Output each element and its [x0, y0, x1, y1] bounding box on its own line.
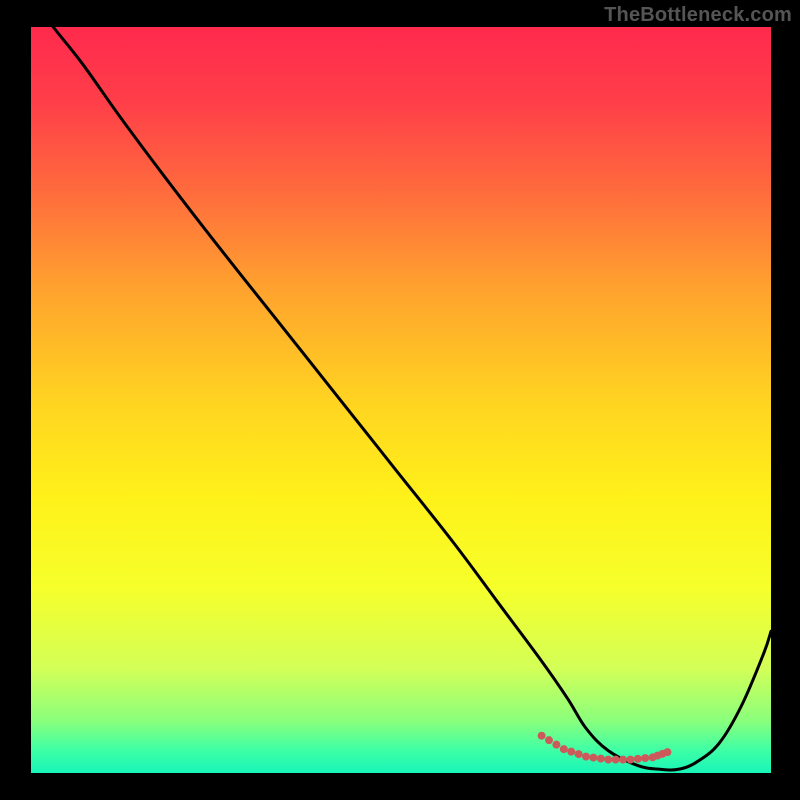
optimal-region-marker-dot [545, 736, 553, 744]
watermark-text: TheBottleneck.com [604, 4, 792, 27]
optimal-region-marker-dot [641, 754, 649, 762]
optimal-region-marker-dot [604, 756, 612, 764]
optimal-region-marker-dot [612, 756, 620, 764]
chart-background [31, 27, 771, 773]
chart-container: TheBottleneck.com [0, 0, 800, 800]
optimal-region-marker-dot [552, 741, 560, 749]
optimal-region-marker-dot [538, 732, 546, 740]
optimal-region-marker-dot [626, 756, 634, 764]
optimal-region-marker-dot [589, 754, 597, 762]
optimal-region-marker-dot [663, 748, 671, 756]
optimal-region-marker-dot [582, 753, 590, 761]
optimal-region-marker-dot [634, 755, 642, 763]
optimal-region-marker-dot [619, 756, 627, 764]
optimal-region-marker-dot [575, 750, 583, 758]
optimal-region-marker-dot [597, 755, 605, 763]
optimal-region-marker-dot [567, 748, 575, 756]
bottleneck-chart [0, 0, 800, 800]
optimal-region-marker-dot [560, 745, 568, 753]
